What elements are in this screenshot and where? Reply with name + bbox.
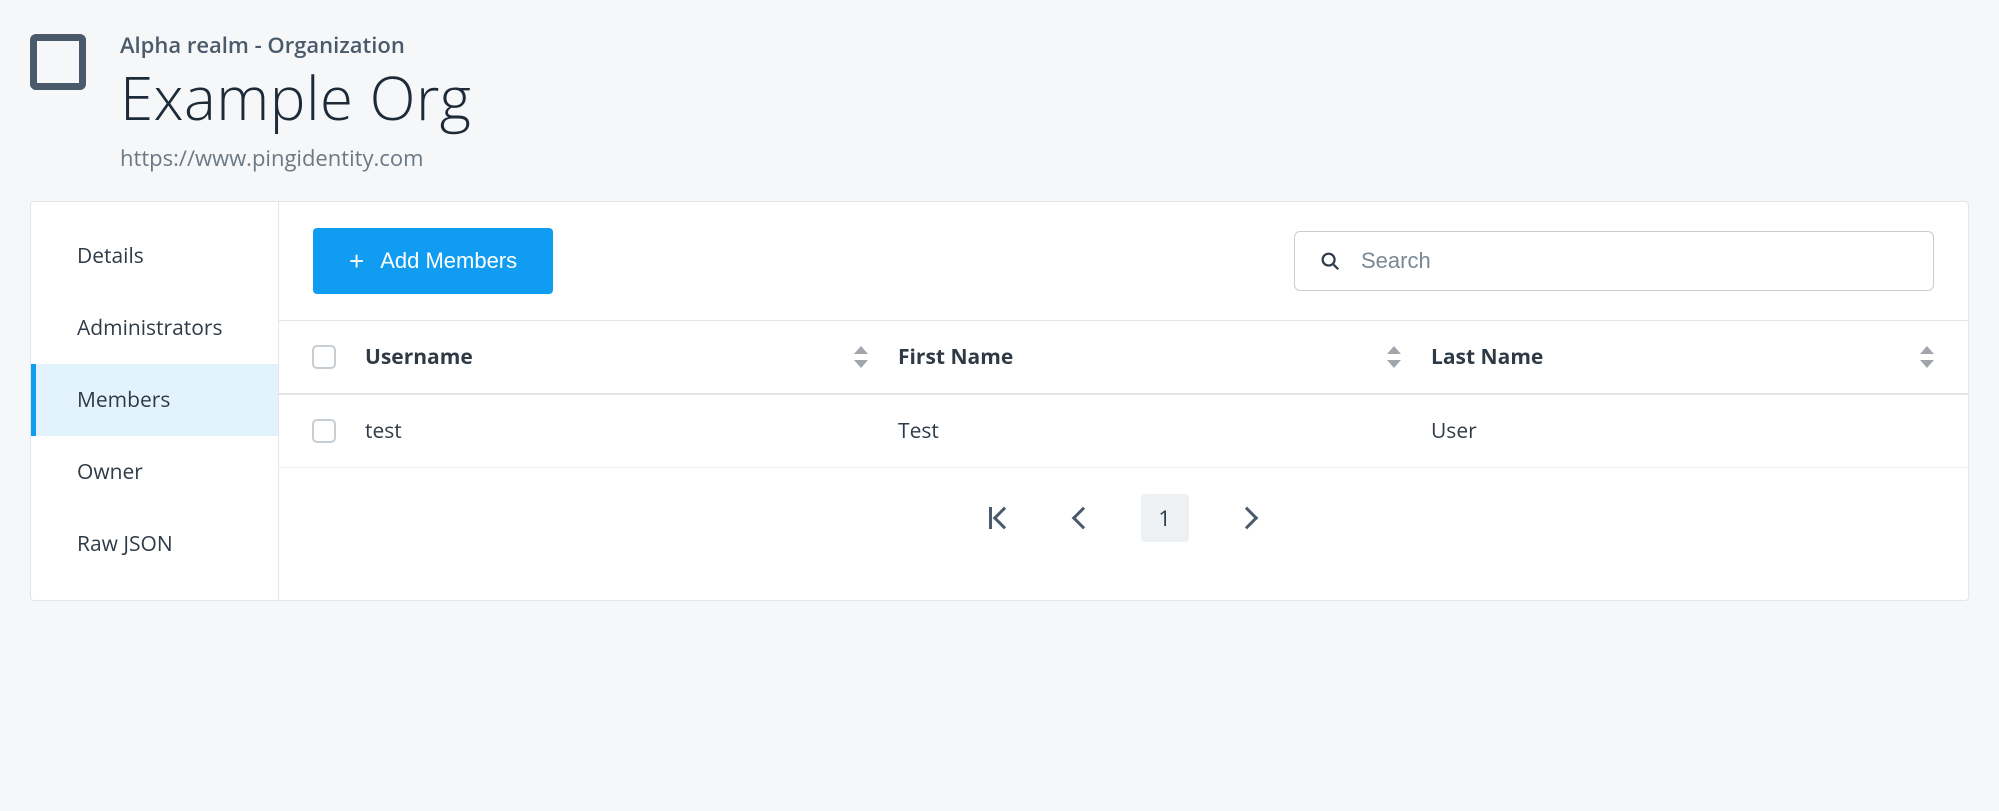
org-square-icon [30, 34, 86, 90]
page-root: Alpha realm - Organization Example Org h… [0, 0, 1999, 601]
sort-icon[interactable] [854, 346, 870, 368]
column-header-username[interactable]: Username [351, 321, 884, 393]
sidebar-item-label: Owner [77, 458, 143, 486]
toolbar: + Add Members [279, 202, 1968, 320]
cell-first-name: Test [884, 395, 1417, 467]
table-header-row: Username First Name Last Name [279, 321, 1968, 395]
pager-next-button[interactable] [1223, 494, 1271, 542]
search-icon [1319, 250, 1341, 272]
column-header-last-name[interactable]: Last Name [1417, 321, 1950, 393]
sidebar-item-label: Details [77, 242, 144, 270]
chevron-right-icon [1235, 507, 1258, 530]
cell-value: Test [898, 417, 939, 445]
members-table: Username First Name Last Name [279, 320, 1968, 468]
sidebar-item-raw-json[interactable]: Raw JSON [31, 508, 278, 580]
pagination: 1 [279, 468, 1968, 576]
cell-username: test [351, 395, 884, 467]
page-header: Alpha realm - Organization Example Org h… [30, 30, 1969, 201]
pager-prev-button[interactable] [1059, 494, 1107, 542]
sidebar-item-administrators[interactable]: Administrators [31, 292, 278, 364]
sort-icon[interactable] [1920, 346, 1936, 368]
column-label: Last Name [1431, 343, 1543, 371]
page-title: Example Org [120, 66, 471, 129]
pager-current-page[interactable]: 1 [1141, 494, 1189, 542]
sidebar-item-label: Administrators [77, 314, 223, 342]
cell-value: test [365, 417, 402, 445]
content-card: Details Administrators Members Owner Raw… [30, 201, 1969, 601]
column-label: Username [365, 343, 473, 371]
row-checkbox[interactable] [312, 419, 336, 443]
cell-value: User [1431, 417, 1477, 445]
add-members-button[interactable]: + Add Members [313, 228, 553, 294]
pager-first-button[interactable] [977, 494, 1025, 542]
page-subtitle: https://www.pingidentity.com [120, 143, 471, 173]
page-number: 1 [1158, 503, 1171, 533]
sidebar-item-members[interactable]: Members [31, 364, 278, 436]
main-panel: + Add Members Username [279, 202, 1968, 600]
header-text: Alpha realm - Organization Example Org h… [120, 30, 471, 173]
sidebar-item-label: Members [77, 386, 170, 414]
select-all-checkbox[interactable] [312, 345, 336, 369]
column-header-first-name[interactable]: First Name [884, 321, 1417, 393]
search-input[interactable] [1361, 248, 1909, 274]
chevron-left-icon [1071, 507, 1094, 530]
sidebar-item-details[interactable]: Details [31, 220, 278, 292]
cell-last-name: User [1417, 395, 1950, 467]
sidebar-item-label: Raw JSON [77, 530, 173, 558]
search-field[interactable] [1294, 231, 1934, 291]
sort-icon[interactable] [1387, 346, 1403, 368]
column-label: First Name [898, 343, 1013, 371]
table-row[interactable]: test Test User [279, 395, 1968, 468]
plus-icon: + [349, 248, 364, 274]
sidebar: Details Administrators Members Owner Raw… [31, 202, 279, 600]
add-members-label: Add Members [380, 248, 517, 274]
first-page-icon [989, 507, 1012, 529]
sidebar-item-owner[interactable]: Owner [31, 436, 278, 508]
